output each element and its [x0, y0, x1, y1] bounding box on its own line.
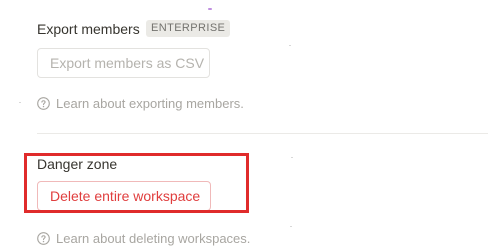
artifact-speck [19, 102, 21, 103]
section-divider [37, 133, 488, 134]
artifact-speck [290, 226, 292, 227]
export-help-row: Learn about exporting members. [37, 95, 244, 111]
artifact-speck [291, 157, 293, 158]
decorative-mark [208, 8, 212, 10]
delete-help-row: Learn about deleting workspaces. [37, 230, 250, 246]
delete-help-link[interactable]: Learn about deleting workspaces. [56, 231, 250, 246]
export-help-link[interactable]: Learn about exporting members. [56, 96, 244, 111]
highlight-box [24, 153, 249, 213]
artifact-speck [289, 45, 291, 46]
export-members-title: Export members [37, 21, 140, 37]
question-circle-icon [37, 231, 50, 245]
question-circle-icon [37, 96, 50, 110]
enterprise-badge: ENTERPRISE [146, 20, 231, 37]
settings-page: Export members ENTERPRISE Export members… [0, 0, 488, 247]
export-members-button[interactable]: Export members as CSV [37, 48, 210, 78]
